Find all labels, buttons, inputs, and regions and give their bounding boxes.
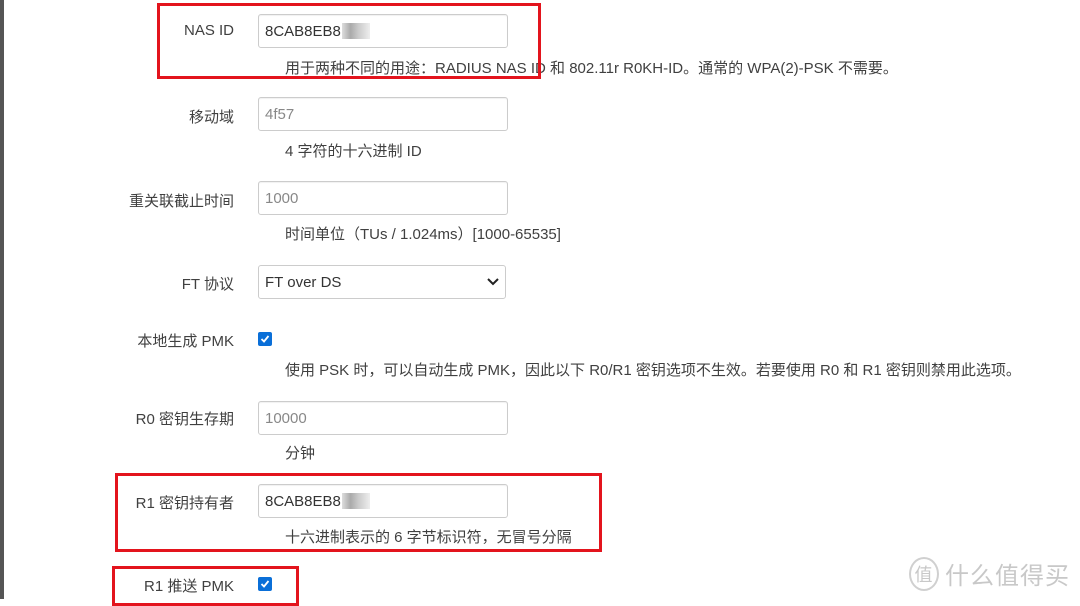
ft-protocol-label: FT 协议 [181,276,234,293]
reassoc-deadline-label: 重关联截止时间 [128,193,234,210]
redacted-blur [341,493,370,509]
local-pmk-help: 使用 PSK 时，可以自动生成 PMK，因此以下 R0/R1 密钥选项不生效。若… [285,362,1021,379]
nas-id-value: 8CAB8EB8 [265,22,341,40]
r1-key-holder-value: 8CAB8EB8 [265,492,341,510]
redacted-blur [341,23,370,39]
r0-lifetime-input[interactable] [258,401,508,435]
checkmark-icon [260,335,270,343]
watermark-logo: 值 [909,556,939,591]
r1-key-holder-input[interactable]: 8CAB8EB8 [258,484,508,518]
r1-key-holder-label: R1 密钥持有者 [135,495,234,512]
reassoc-deadline-input[interactable] [258,181,508,215]
local-pmk-checkbox[interactable] [258,332,272,346]
nas-id-label: NAS ID [183,22,234,39]
r0-lifetime-help: 分钟 [285,445,316,462]
mobility-domain-label: 移动域 [188,109,234,126]
checkmark-icon [260,580,270,588]
nas-id-help: 用于两种不同的用途：RADIUS NAS ID 和 802.11r R0KH-I… [285,60,898,77]
local-pmk-label: 本地生成 PMK [137,333,234,350]
ft-protocol-value: FT over DS [265,273,342,291]
r1-push-pmk-label: R1 推送 PMK [143,578,234,595]
ft-protocol-select[interactable]: FT over DS [258,265,506,299]
window-edge [0,0,4,599]
chevron-down-icon [487,278,499,286]
mobility-domain-input[interactable] [258,97,508,131]
r0-lifetime-label: R0 密钥生存期 [135,411,234,428]
reassoc-deadline-help: 时间单位（TUs / 1.024ms）[1000-65535] [285,226,561,243]
nas-id-input[interactable]: 8CAB8EB8 [258,14,508,48]
r1-key-holder-help: 十六进制表示的 6 字节标识符，无冒号分隔 [285,529,572,546]
mobility-domain-help: 4 字符的十六进制 ID [285,143,422,160]
watermark-text: 什么值得买 [945,563,1070,590]
watermark: 值 什么值得买 [909,556,1070,591]
r1-push-pmk-checkbox[interactable] [258,577,272,591]
